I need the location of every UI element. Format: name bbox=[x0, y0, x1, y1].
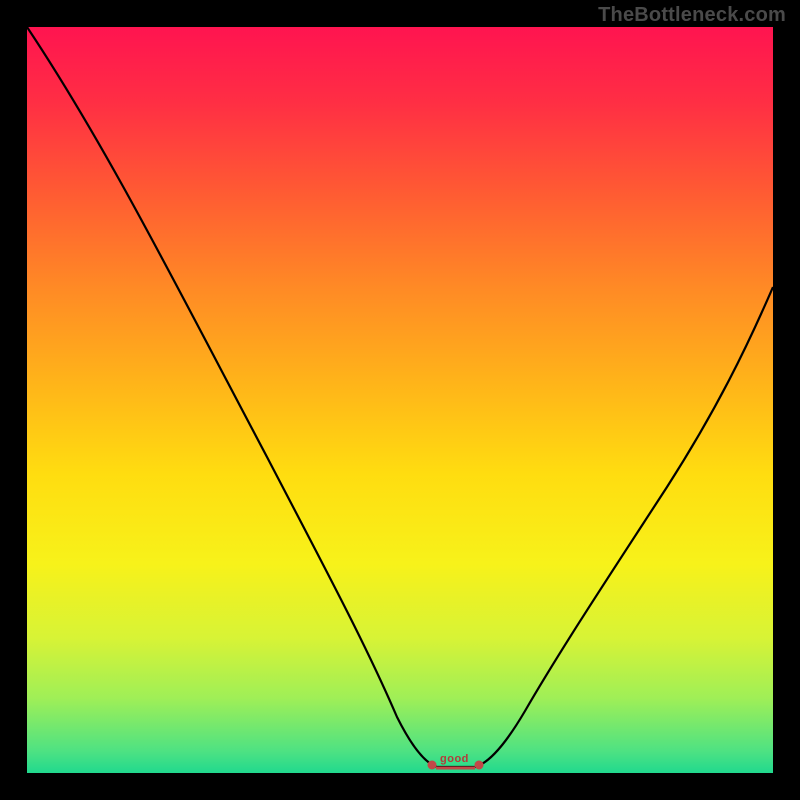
valley-dot-right bbox=[475, 761, 484, 770]
valley-label: good bbox=[440, 753, 469, 765]
chart-frame: TheBottleneck.com good bbox=[0, 0, 800, 800]
bottleneck-curve-path bbox=[27, 27, 773, 767]
plot-area: good bbox=[27, 27, 773, 773]
valley-dot-left bbox=[428, 761, 437, 770]
attribution-label: TheBottleneck.com bbox=[598, 4, 786, 27]
curve-svg bbox=[27, 27, 773, 773]
